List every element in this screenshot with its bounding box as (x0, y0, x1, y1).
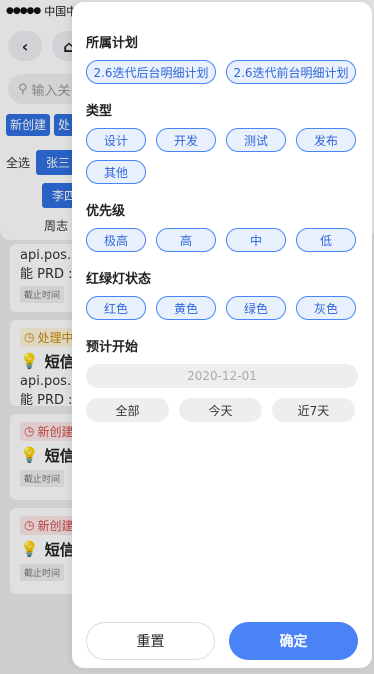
quick-7days[interactable]: 近7天 (272, 398, 355, 422)
start-section: 预计开始 2020-12-01 全部 今天 近7天 (86, 338, 358, 422)
priority-option[interactable]: 中 (226, 228, 286, 252)
type-option[interactable]: 其他 (86, 160, 146, 184)
type-option[interactable]: 测试 (226, 128, 286, 152)
type-section: 类型 设计 开发 测试 发布 其他 (86, 102, 358, 184)
priority-option[interactable]: 高 (156, 228, 216, 252)
traffic-light-option[interactable]: 黄色 (156, 296, 216, 320)
quick-today[interactable]: 今天 (179, 398, 262, 422)
priority-option[interactable]: 低 (296, 228, 356, 252)
traffic-light-option[interactable]: 灰色 (296, 296, 356, 320)
traffic-light-option[interactable]: 绿色 (226, 296, 286, 320)
start-title: 预计开始 (86, 340, 139, 355)
confirm-button[interactable]: 确定 (229, 622, 358, 660)
plan-option[interactable]: 2.6迭代后台明细计划 (86, 60, 216, 84)
quick-all[interactable]: 全部 (86, 398, 169, 422)
type-option[interactable]: 开发 (156, 128, 216, 152)
type-option[interactable]: 设计 (86, 128, 146, 152)
priority-section: 优先级 极高 高 中 低 (86, 202, 358, 252)
traffic-light-title: 红绿灯状态 (86, 272, 152, 287)
priority-title: 优先级 (86, 204, 126, 219)
type-option[interactable]: 发布 (296, 128, 356, 152)
filter-footer: 重置 确定 (86, 622, 358, 660)
type-title: 类型 (86, 104, 113, 119)
traffic-light-section: 红绿灯状态 红色 黄色 绿色 灰色 (86, 270, 358, 320)
plan-option[interactable]: 2.6迭代前台明细计划 (226, 60, 356, 84)
traffic-light-option[interactable]: 红色 (86, 296, 146, 320)
filter-panel: 所属计划 2.6迭代后台明细计划 2.6迭代前台明细计划 类型 设计 开发 测试… (72, 2, 372, 668)
plan-section: 所属计划 2.6迭代后台明细计划 2.6迭代前台明细计划 (86, 34, 358, 84)
reset-button[interactable]: 重置 (86, 622, 215, 660)
plan-title: 所属计划 (86, 36, 139, 51)
priority-option[interactable]: 极高 (86, 228, 146, 252)
start-date-field[interactable]: 2020-12-01 (86, 364, 358, 388)
